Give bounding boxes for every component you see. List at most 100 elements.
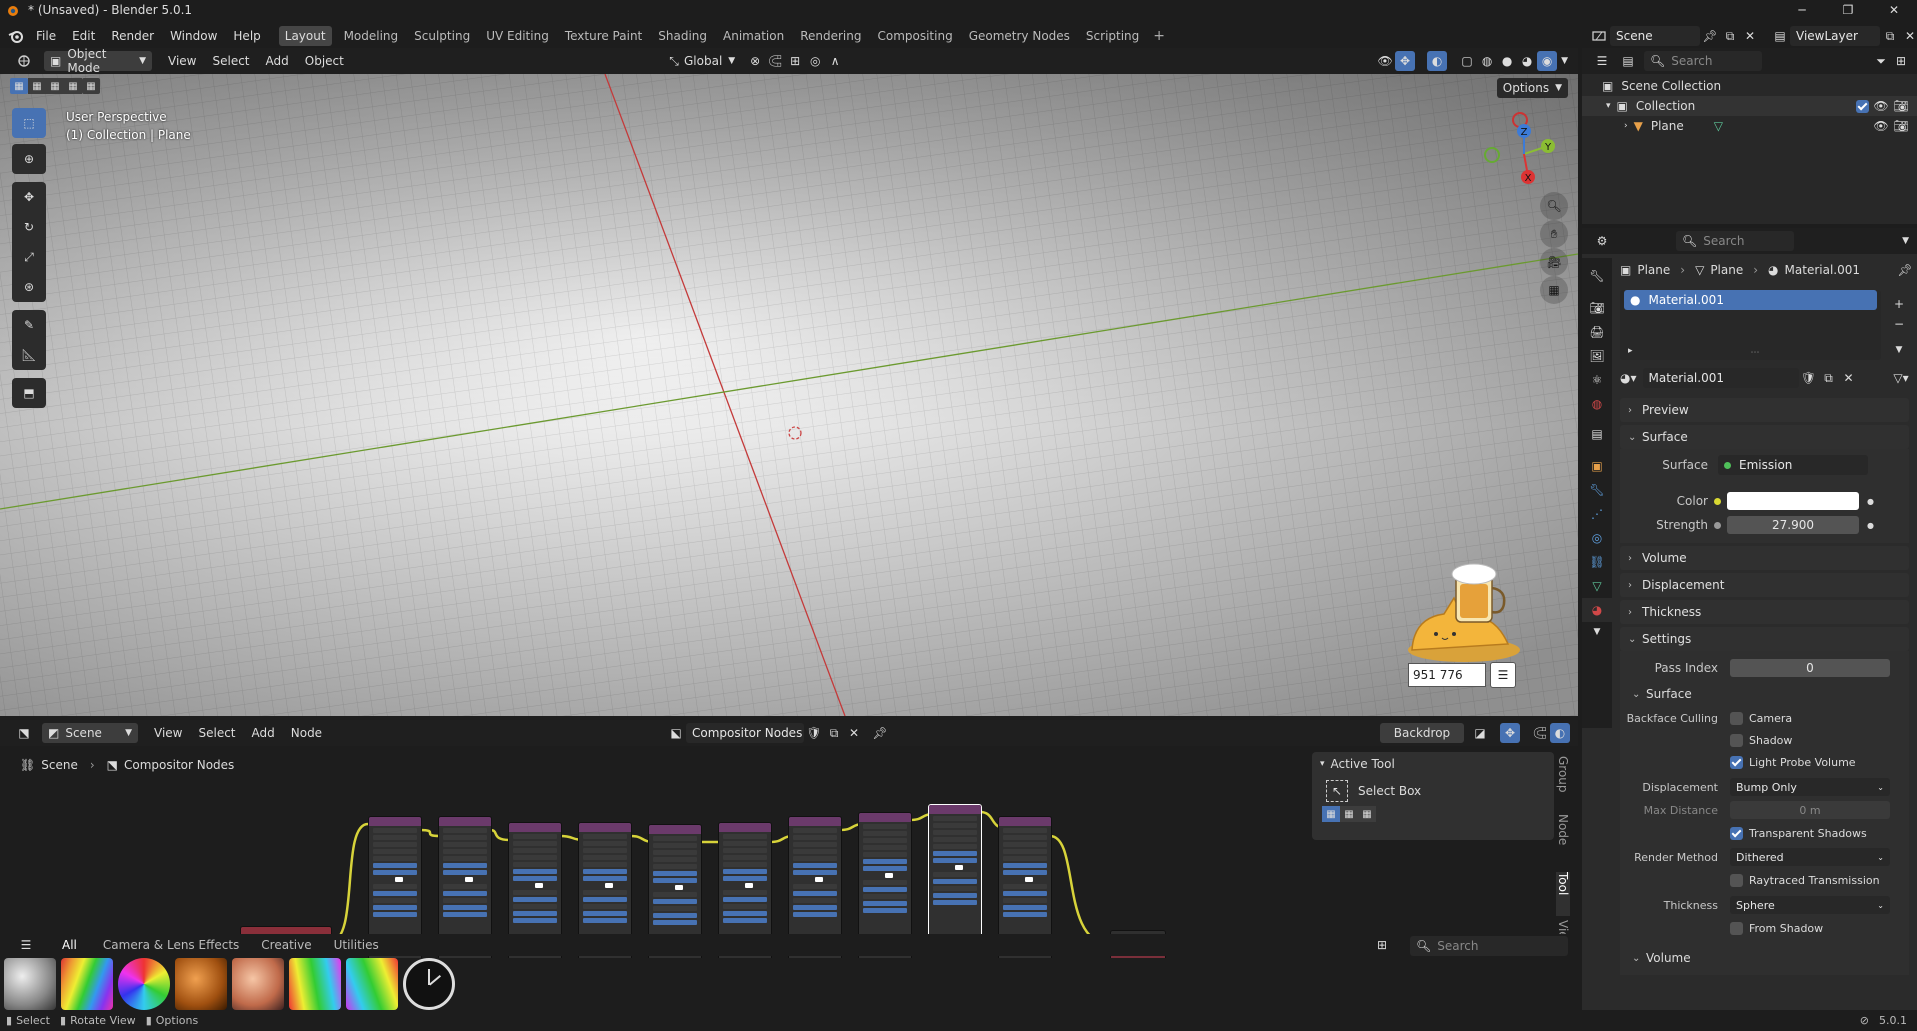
volume-subsection-header[interactable]: ⌄ Volume — [1620, 945, 1909, 971]
delete-view-layer-icon[interactable]: ✕ — [1900, 26, 1917, 46]
new-collection-icon[interactable]: ⊞ — [1891, 51, 1911, 71]
pan-hand-icon[interactable]: ✋︎ — [1540, 220, 1568, 248]
compositor-menu-node[interactable]: Node — [283, 726, 330, 740]
tab-scripting[interactable]: Scripting — [1078, 29, 1147, 43]
asset-search-field[interactable]: 🔍︎ Search — [1410, 936, 1568, 956]
node-graph[interactable] — [0, 746, 1300, 964]
viewport-options-button[interactable]: Options ▼ — [1496, 78, 1568, 98]
perspective-toggle-icon[interactable]: ▦ — [1540, 276, 1568, 304]
color-swatch[interactable] — [1727, 492, 1859, 510]
scale-tool-icon[interactable]: ⤢ — [12, 242, 46, 272]
shading-solid-icon[interactable]: ● — [1497, 51, 1517, 71]
tool-tab-icon[interactable]: 🔧︎ — [1582, 264, 1612, 288]
tab-geometry-nodes[interactable]: Geometry Nodes — [961, 29, 1078, 43]
visibility-icon[interactable]: 👁︎ — [1375, 51, 1395, 71]
volume-section-header[interactable]: › Volume — [1620, 546, 1909, 570]
max-distance-field[interactable]: 0 m — [1730, 801, 1890, 819]
slot-list-expand-icon[interactable]: ▸ — [1628, 346, 1633, 356]
unlink-tree-icon[interactable]: ✕ — [844, 723, 864, 743]
menu-file[interactable]: File — [28, 29, 64, 43]
mode-selector[interactable]: ▣ Object Mode ▼ — [44, 48, 152, 75]
node-gizmo-icon[interactable]: ✥ — [1500, 723, 1520, 743]
object-tab-icon[interactable]: ▣ — [1582, 454, 1612, 478]
collection-tab-icon[interactable]: ▤ — [1582, 422, 1612, 446]
collection-camera-icon[interactable]: 📷︎ — [1891, 96, 1911, 116]
menu-window[interactable]: Window — [162, 29, 225, 43]
displacement-section-header[interactable]: › Displacement — [1620, 573, 1909, 597]
asset-tab-all[interactable]: All — [62, 938, 77, 952]
tool-select-new-icon[interactable]: ▦ — [1322, 806, 1340, 822]
snap-increment-icon[interactable]: ⊞ — [785, 51, 805, 71]
slot-menu-icon[interactable]: ▼ — [1889, 340, 1909, 360]
scene-tab-icon[interactable]: ⚛︎ — [1582, 368, 1612, 392]
material-browse-icon[interactable]: ◕▾ — [1620, 371, 1637, 385]
render-tab-icon[interactable]: 📷︎ — [1582, 296, 1612, 320]
tab-layout[interactable]: Layout — [278, 26, 332, 46]
display-size-icon[interactable]: ⊞ — [1372, 935, 1392, 955]
tool-select-extend-icon[interactable]: ▦ — [1340, 806, 1358, 822]
counter-menu-icon[interactable]: ☰ — [1490, 662, 1516, 688]
properties-options-icon[interactable]: ▼ — [1902, 236, 1909, 246]
pin-scene-icon[interactable]: 📌︎ — [1700, 26, 1720, 46]
select-extend-icon[interactable]: ▦ — [28, 78, 46, 94]
tab-animation[interactable]: Animation — [715, 29, 792, 43]
close-window-icon[interactable]: ✕ — [1871, 0, 1917, 20]
viewport-menu-add[interactable]: Add — [258, 54, 297, 68]
viewport-menu-select[interactable]: Select — [204, 54, 257, 68]
select-new-icon[interactable]: ▦ — [10, 78, 28, 94]
world-tab-icon[interactable]: ◍ — [1582, 392, 1612, 416]
transform-tool-icon[interactable]: ⊛ — [12, 272, 46, 302]
view-layer-selector[interactable]: ViewLayer — [1790, 26, 1880, 46]
xray-icon[interactable]: ▢ — [1457, 51, 1477, 71]
material-fake-user-icon[interactable]: 🛡︎ — [1799, 368, 1819, 388]
select-intersect-icon[interactable]: ▦ — [82, 78, 100, 94]
light-probe-checkbox[interactable] — [1730, 755, 1743, 769]
pass-index-field[interactable]: 0 — [1730, 659, 1890, 677]
node-editor-type-icon[interactable]: ⬔ — [10, 723, 38, 743]
asset-thumb-6[interactable] — [289, 958, 341, 1010]
tab-texture-paint[interactable]: Texture Paint — [557, 29, 650, 43]
shading-rendered-icon[interactable]: ◉ — [1537, 51, 1558, 71]
proportional-edit-icon[interactable]: ◎ — [805, 51, 825, 71]
asset-thumb-8-clock-icon[interactable] — [403, 958, 455, 1010]
cursor-tool-icon[interactable]: ⊕ — [12, 144, 46, 174]
compositor-menu-select[interactable]: Select — [190, 726, 243, 740]
asset-tab-utilities[interactable]: Utilities — [334, 938, 379, 952]
material-unlink-icon[interactable]: ✕ — [1839, 368, 1859, 388]
color-keyframe-icon[interactable]: ● — [1867, 497, 1874, 506]
scene-icon[interactable] — [1588, 26, 1610, 46]
expand-chevron-icon[interactable]: ▾ — [1606, 101, 1611, 111]
panel-collapse-icon[interactable]: ▾ — [1320, 759, 1325, 769]
maximize-icon[interactable]: ❐ — [1825, 0, 1871, 20]
material-tab-icon[interactable]: ◕ — [1582, 598, 1612, 622]
material-duplicate-icon[interactable]: ⧉ — [1819, 368, 1839, 388]
asset-tab-camera[interactable]: Camera & Lens Effects — [103, 938, 239, 952]
node-tree-type-icon[interactable]: ⬕ — [666, 723, 686, 743]
surface-subsection-header[interactable]: ⌄ Surface — [1620, 681, 1909, 707]
gizmo-toggle-icon[interactable]: ✥ — [1395, 51, 1416, 71]
plane-camera-icon[interactable]: 📷︎ — [1891, 116, 1911, 136]
falloff-icon[interactable]: ∧ — [825, 51, 845, 71]
add-workspace-icon[interactable]: + — [1147, 28, 1171, 44]
transparent-shadows-checkbox[interactable] — [1730, 826, 1743, 840]
modifier-tab-icon[interactable]: 🔧︎ — [1582, 478, 1612, 502]
asset-thumb-2[interactable] — [61, 958, 113, 1010]
menu-help[interactable]: Help — [225, 29, 268, 43]
thickness-section-header[interactable]: › Thickness — [1620, 600, 1909, 624]
viewport-menu-view[interactable]: View — [160, 54, 204, 68]
pin-properties-icon[interactable]: 📌︎ — [1895, 260, 1915, 280]
display-mode-icon[interactable]: ▤ — [1616, 51, 1640, 71]
asset-thumb-3[interactable] — [118, 958, 170, 1010]
select-box-icon[interactable]: ↖ — [1326, 780, 1348, 802]
collection-exclude-checkbox[interactable] — [1856, 99, 1869, 113]
select-box-tool-icon[interactable]: ⬚ — [12, 108, 46, 138]
outliner-row-scene-collection[interactable]: ▣ Scene Collection — [1582, 76, 1917, 96]
material-slot-item[interactable]: ● Material.001 — [1624, 290, 1877, 310]
render-method-select[interactable]: Dithered ⌄ — [1730, 848, 1890, 866]
node-snap-icon[interactable]: 🧲︎ — [1530, 723, 1550, 743]
tab-sculpting[interactable]: Sculpting — [406, 29, 478, 43]
view-layer-icon[interactable]: ▤ — [1770, 26, 1790, 46]
asset-tab-creative[interactable]: Creative — [261, 938, 311, 952]
new-scene-icon[interactable]: ⧉ — [1720, 26, 1740, 46]
menu-edit[interactable]: Edit — [64, 29, 103, 43]
